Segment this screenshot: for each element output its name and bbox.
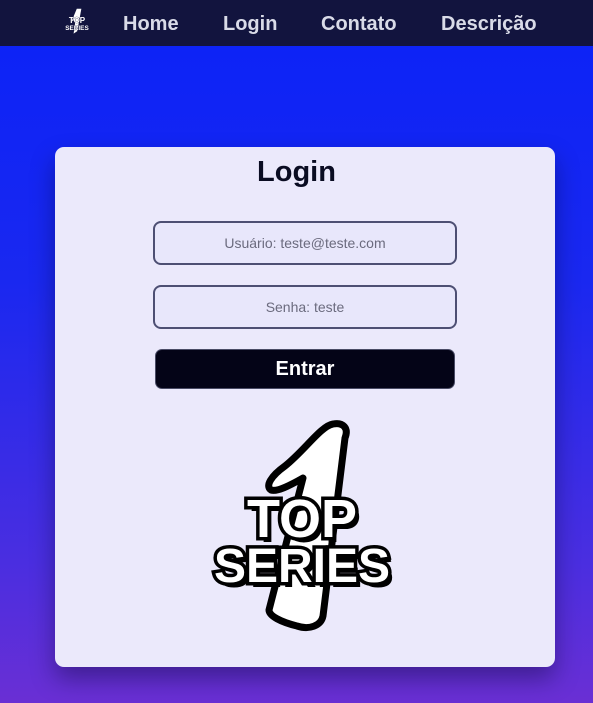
top-series-logo-icon[interactable]: TOP SERIES <box>64 7 90 35</box>
nav-link-home[interactable]: Home <box>123 12 179 36</box>
nav-link-login[interactable]: Login <box>223 12 277 36</box>
nav-logo-text-top: TOP <box>69 16 86 25</box>
password-input[interactable] <box>153 285 457 329</box>
submit-button[interactable]: Entrar <box>155 349 455 389</box>
top-navbar: TOP SERIES Home Login Contato Descrição <box>0 0 593 46</box>
top-series-logo-icon: TOP TOP SERIES SERIES <box>210 420 394 632</box>
nav-link-descricao[interactable]: Descrição <box>441 12 537 36</box>
login-title: Login <box>257 156 336 188</box>
logo-text-bottom: SERIES <box>214 540 390 593</box>
nav-link-contato[interactable]: Contato <box>321 12 397 36</box>
nav-logo-text-bottom: SERIES <box>65 25 89 32</box>
username-input[interactable] <box>153 221 457 265</box>
